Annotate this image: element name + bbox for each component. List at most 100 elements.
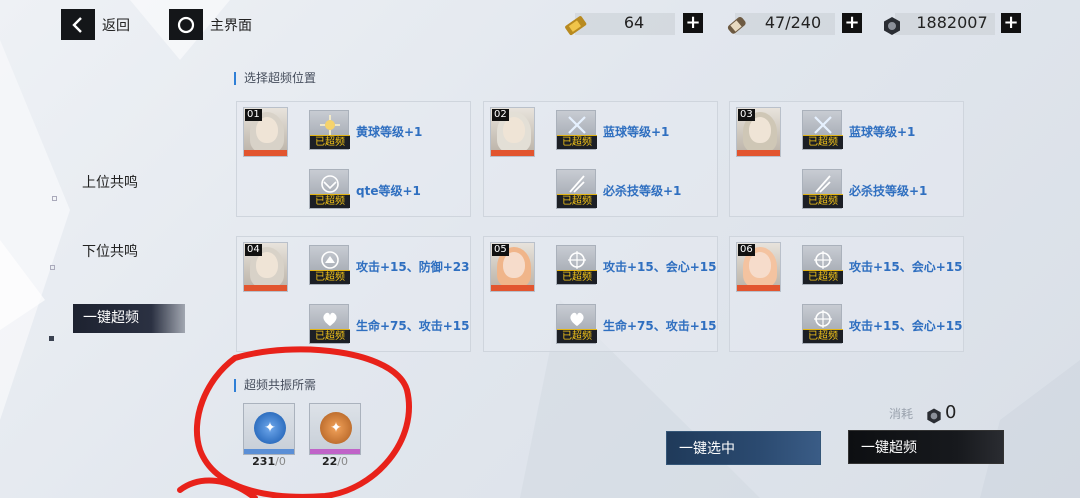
menu-item-lower-resonance[interactable]: 下位共鸣	[82, 241, 138, 261]
skill-description: 蓝球等级+1	[603, 125, 670, 139]
cross-blade-icon	[557, 112, 597, 137]
overclocked-badge: 已超频	[803, 194, 843, 208]
slot-card-02[interactable]: 02 已超频 蓝球等级+1 已超频 必杀技等级+1	[483, 101, 718, 217]
slash-attack-icon	[803, 171, 843, 196]
overclocked-badge: 已超频	[803, 270, 843, 284]
skill-description: 生命+75、攻击+15	[603, 319, 717, 333]
rarity-bar	[310, 449, 360, 454]
select-all-button[interactable]: 一键选中	[666, 431, 821, 465]
overclocked-badge: 已超频	[310, 135, 350, 149]
home-circle-icon	[169, 9, 203, 40]
slot-number: 03	[738, 109, 755, 121]
slot-card-03[interactable]: 03 已超频 蓝球等级+1 已超频 必杀技等级+1	[729, 101, 964, 217]
consume-value: 0	[945, 402, 957, 423]
back-button[interactable]: 返回	[61, 9, 130, 40]
overclocked-badge: 已超频	[557, 270, 597, 284]
crosshair-icon	[803, 247, 843, 272]
overclocked-badge: 已超频	[557, 194, 597, 208]
resource-value-2: 47/240	[764, 13, 822, 32]
menu-marker	[52, 196, 57, 201]
skill-chip[interactable]: 已超频	[802, 169, 843, 209]
slot-number: 02	[492, 109, 509, 121]
skill-description: 攻击+15、会心+15	[849, 260, 963, 274]
menu-item-upper-resonance[interactable]: 上位共鸣	[82, 172, 138, 192]
skill-description: 必杀技等级+1	[849, 184, 928, 198]
heart-plus-icon	[557, 306, 597, 331]
skill-chip[interactable]: 已超频	[556, 169, 597, 209]
slot-card-05[interactable]: 05 已超频 攻击+15、会心+15 已超频 生命+75、攻击+15	[483, 236, 718, 352]
cross-blade-icon	[803, 112, 843, 137]
rarity-bar	[244, 285, 287, 291]
skill-chip[interactable]: 已超频	[802, 110, 843, 150]
orange-chip-icon: ✦	[320, 412, 352, 444]
emblem-icon	[310, 247, 350, 272]
home-button[interactable]: 主界面	[169, 9, 252, 40]
crosshair-icon	[557, 247, 597, 272]
character-portrait: 01	[243, 107, 288, 157]
required-section-title: 超频共振所需	[234, 379, 316, 392]
sun-burst-icon	[310, 112, 350, 137]
slot-card-04[interactable]: 04 已超频 攻击+15、防御+23 已超频 生命+75、攻击+15	[236, 236, 471, 352]
nut-currency-icon	[880, 12, 904, 40]
character-portrait: 05	[490, 242, 535, 292]
core-cylinder-icon	[722, 12, 750, 40]
skill-chip[interactable]: 已超频	[556, 304, 597, 344]
add-resource-1-button[interactable]: +	[683, 13, 703, 33]
slot-number: 04	[245, 244, 262, 256]
resonance-chip-orange[interactable]: ✦	[309, 403, 361, 455]
item-count: 231/0	[252, 455, 286, 468]
shield-crest-icon	[310, 171, 350, 196]
skill-description: 蓝球等级+1	[849, 125, 916, 139]
slash-attack-icon	[557, 171, 597, 196]
slot-number: 06	[738, 244, 755, 256]
menu-item-one-click-overclock[interactable]: 一键超频	[73, 304, 185, 333]
slot-card-01[interactable]: 01 已超频 黄球等级+1 已超频 qte等级+1	[236, 101, 471, 217]
menu-marker-active	[49, 336, 54, 341]
item-count: 22/0	[321, 455, 349, 468]
rarity-bar	[737, 285, 780, 291]
overclocked-badge: 已超频	[557, 329, 597, 343]
skill-chip[interactable]: 已超频	[309, 110, 350, 150]
overclocked-badge: 已超频	[310, 270, 350, 284]
character-portrait: 03	[736, 107, 781, 157]
overclocked-badge: 已超频	[310, 329, 350, 343]
overclock-all-button[interactable]: 一键超频	[848, 430, 1004, 464]
chevron-left-icon	[61, 9, 95, 40]
rarity-bar	[491, 150, 534, 156]
skill-chip[interactable]: 已超频	[556, 110, 597, 150]
slot-number: 01	[245, 109, 262, 121]
crosshair-icon	[803, 306, 843, 331]
add-resource-2-button[interactable]: +	[842, 13, 862, 33]
red-circle-annotation	[177, 346, 412, 498]
skill-description: qte等级+1	[356, 184, 421, 198]
select-section-title: 选择超频位置	[234, 72, 316, 85]
slot-card-06[interactable]: 06 已超频 攻击+15、会心+15 已超频 攻击+15、会心+15	[729, 236, 964, 352]
skill-description: 生命+75、攻击+15	[356, 319, 470, 333]
overclocked-badge: 已超频	[310, 194, 350, 208]
heart-plus-icon	[310, 306, 350, 331]
resource-value-1: 64	[623, 13, 645, 32]
back-label: 返回	[102, 17, 130, 34]
home-label: 主界面	[210, 17, 252, 34]
overclocked-badge: 已超频	[557, 135, 597, 149]
add-resource-3-button[interactable]: +	[1001, 13, 1021, 33]
blue-chip-icon: ✦	[254, 412, 286, 444]
character-portrait: 02	[490, 107, 535, 157]
menu-marker	[50, 265, 55, 270]
skill-chip[interactable]: 已超频	[802, 245, 843, 285]
skill-description: 黄球等级+1	[356, 125, 423, 139]
skill-chip[interactable]: 已超频	[556, 245, 597, 285]
skill-description: 攻击+15、会心+15	[849, 319, 963, 333]
overclocked-badge: 已超频	[803, 135, 843, 149]
rarity-bar	[244, 150, 287, 156]
resonance-chip-blue[interactable]: ✦	[243, 403, 295, 455]
character-portrait: 06	[736, 242, 781, 292]
rarity-bar	[244, 449, 294, 454]
skill-chip[interactable]: 已超频	[309, 245, 350, 285]
rarity-bar	[491, 285, 534, 291]
resource-value-3: 1882007	[916, 13, 988, 32]
skill-chip[interactable]: 已超频	[802, 304, 843, 344]
battery-ticket-icon	[562, 12, 590, 40]
skill-chip[interactable]: 已超频	[309, 304, 350, 344]
skill-chip[interactable]: 已超频	[309, 169, 350, 209]
